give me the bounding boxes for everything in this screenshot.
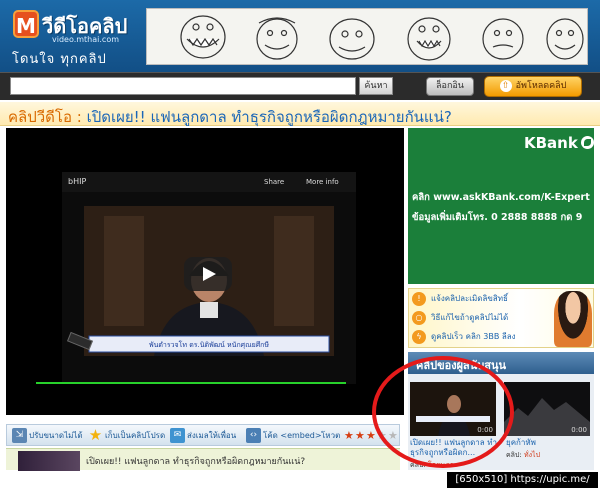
promo-3bb-link[interactable]: ϟ ดูคลิปเร็ว คลิก 3BB ลีลง: [409, 328, 559, 346]
embed-code-icon: ‹›: [246, 428, 261, 443]
promo-report-link[interactable]: ! แจ้งคลิปละเมิดลิขสิทธิ์: [409, 290, 559, 308]
promo-help-label: วิธีแก้ไขถ้าดูคลิปไม่ได้: [431, 313, 509, 322]
embedded-video-frame[interactable]: bHIP Share More info พันตำรวจโท ดร.นิติพ…: [62, 172, 356, 384]
site-logo[interactable]: M วีดีโอคลิป video.mthai.com โดนใจ ทุกคล…: [10, 8, 138, 67]
rating-star-icon[interactable]: ★: [355, 430, 365, 441]
upload-arrow-icon: ⇧: [499, 79, 512, 92]
envelope-icon: ✉: [170, 428, 185, 443]
rating-label: โหวต: [321, 431, 341, 440]
cartoon-banner[interactable]: [146, 8, 588, 65]
sponsor-clip-thumbnail-2[interactable]: 0:00: [504, 382, 590, 436]
promo-report-label: แจ้งคลิปละเมิดลิขสิทธิ์: [431, 294, 508, 303]
search-input[interactable]: [10, 77, 356, 95]
sponsor-clip-thumbnail-1[interactable]: 0:00: [410, 382, 496, 436]
login-button[interactable]: ล็อกอิน: [426, 77, 474, 96]
clip-2-title[interactable]: ยุคก้าหัพ: [506, 438, 590, 448]
page-title: คลิปวีดีโอ : เปิดเผย!! แฟนลูกดาล ทำธุรกิ…: [8, 105, 452, 129]
embed-topbar: bHIP Share More info: [62, 172, 356, 192]
video-caption: พันตำรวจโท ดร.นิติพัฒน์ หนักศุณยศึกษี: [149, 340, 269, 349]
kbank-ad-line-1: คลิก www.askKBank.com/K-Expert: [412, 192, 590, 203]
search-bar: ค้นหา ล็อกอิน ⇧ อัพโหลดคลิป: [0, 72, 600, 100]
more-info-link[interactable]: More info: [306, 178, 339, 186]
clip-2-author-label: คลิป:: [506, 451, 522, 459]
rating-star-icon[interactable]: ★: [366, 430, 376, 441]
warning-icon: !: [412, 292, 426, 306]
description-text: เปิดเผย!! แฟนลูกดาล ทำธุรกิจถูกหรือผิดกฎ…: [86, 457, 306, 467]
promo-help-link[interactable]: ○ วิธีแก้ไขถ้าดูคลิปไม่ได้: [409, 309, 559, 327]
promo-3bb-label: ดูคลิปเร็ว คลิก 3BB ลีลง: [431, 332, 516, 341]
clip-1-duration: 0:00: [477, 426, 493, 434]
site-header: M วีดีโอคลิป video.mthai.com โดนใจ ทุกคล…: [0, 0, 600, 72]
clip-2-author: คลิป: ทั่งไป: [506, 450, 540, 461]
logo-url: video.mthai.com: [52, 35, 120, 44]
clip-description-row: เปิดเผย!! แฟนลูกดาล ทำธุรกิจถูกหรือผิดกฎ…: [6, 448, 400, 471]
kbank-ad-line-2: ข้อมูลเพิ่มเติมโทร. 0 2888 8888 กด 9: [412, 212, 583, 223]
logo-mark: M: [13, 10, 39, 38]
kbank-brand: KBank: [524, 134, 578, 152]
search-button[interactable]: ค้นหา: [359, 77, 393, 95]
page-title-label: คลิปวีดีโอ :: [8, 108, 87, 126]
clip-1-author-name[interactable]: โดยนภา: [428, 461, 454, 469]
favorite-tool-label: เก็บเป็นคลิปโปรด: [105, 431, 166, 440]
description-thumbnail[interactable]: [18, 451, 80, 471]
rating-star-icon[interactable]: ★: [388, 430, 398, 441]
upload-button[interactable]: ⇧ อัพโหลดคลิป: [484, 76, 582, 97]
sponsor-clips-heading: คลิปของผู้สนับสนุน: [408, 352, 594, 374]
upload-button-label: อัพโหลดคลิป: [515, 81, 567, 91]
kbank-leaf-icon: [580, 136, 594, 149]
channel-name[interactable]: bHIP: [68, 177, 86, 186]
banner-illustration: [180, 15, 584, 61]
rating-star-icon[interactable]: ★: [344, 430, 354, 441]
email-tool-label: ส่งเมลให้เพื่อน: [187, 431, 237, 440]
sponsor-clips-panel: 0:00 0:00 เปิดเผย!! แฟนลูกดาล ทำธุรกิจถู…: [408, 374, 594, 470]
lightning-icon: ϟ: [412, 330, 426, 344]
clip-2-duration: 0:00: [571, 426, 587, 434]
play-button[interactable]: [184, 257, 232, 291]
clip-1-author: คลิป: โดยนภา: [410, 460, 454, 471]
kbank-ad[interactable]: KBank คลิก www.askKBank.com/K-Expert ข้อ…: [408, 128, 594, 284]
email-tool[interactable]: ✉ ส่งเมลให้เพื่อน: [169, 427, 236, 444]
favorite-tool[interactable]: ★ เก็บเป็นคลิปโปรด: [87, 427, 165, 444]
resize-icon: ⇲: [12, 428, 27, 443]
logo-tagline: โดนใจ ทุกคลิป: [12, 52, 107, 67]
share-link[interactable]: Share: [264, 178, 284, 186]
video-tools-bar: ⇲ ปรับขนาดไม่ได้ ★ เก็บเป็นคลิปโปรด ✉ ส่…: [6, 424, 400, 446]
resize-tool[interactable]: ⇲ ปรับขนาดไม่ได้: [11, 427, 83, 444]
clip-title: เปิดเผย!! แฟนลูกดาล ทำธุรกิจถูกหรือผิดกฎ…: [86, 108, 452, 126]
video-player[interactable]: bHIP Share More info พันตำรวจโท ดร.นิติพ…: [6, 128, 404, 415]
progress-bar[interactable]: [36, 382, 346, 384]
clip-2-author-name[interactable]: ทั่งไป: [524, 451, 540, 459]
page-title-row: คลิปวีดีโอ : เปิดเผย!! แฟนลูกดาล ทำธุรกิ…: [0, 102, 600, 126]
promo-links-box: ! แจ้งคลิปละเมิดลิขสิทธิ์ ○ วิธีแก้ไขถ้า…: [408, 288, 594, 348]
promo-model-image: [554, 291, 592, 347]
clip-1-title[interactable]: เปิดเผย!! แฟนลูกดาล ทำธุรกิจถูกหรือผิดก.…: [410, 438, 500, 458]
star-icon: ★: [88, 426, 103, 444]
kbank-logo: KBank: [524, 134, 594, 152]
resize-tool-label: ปรับขนาดไม่ได้: [29, 431, 83, 440]
lifebuoy-icon: ○: [412, 311, 426, 325]
image-host-watermark: [650x510] https://upic.me/: [447, 472, 598, 488]
clip-1-author-label: คลิป:: [410, 461, 426, 469]
rating-star-icon[interactable]: ★: [377, 430, 387, 441]
